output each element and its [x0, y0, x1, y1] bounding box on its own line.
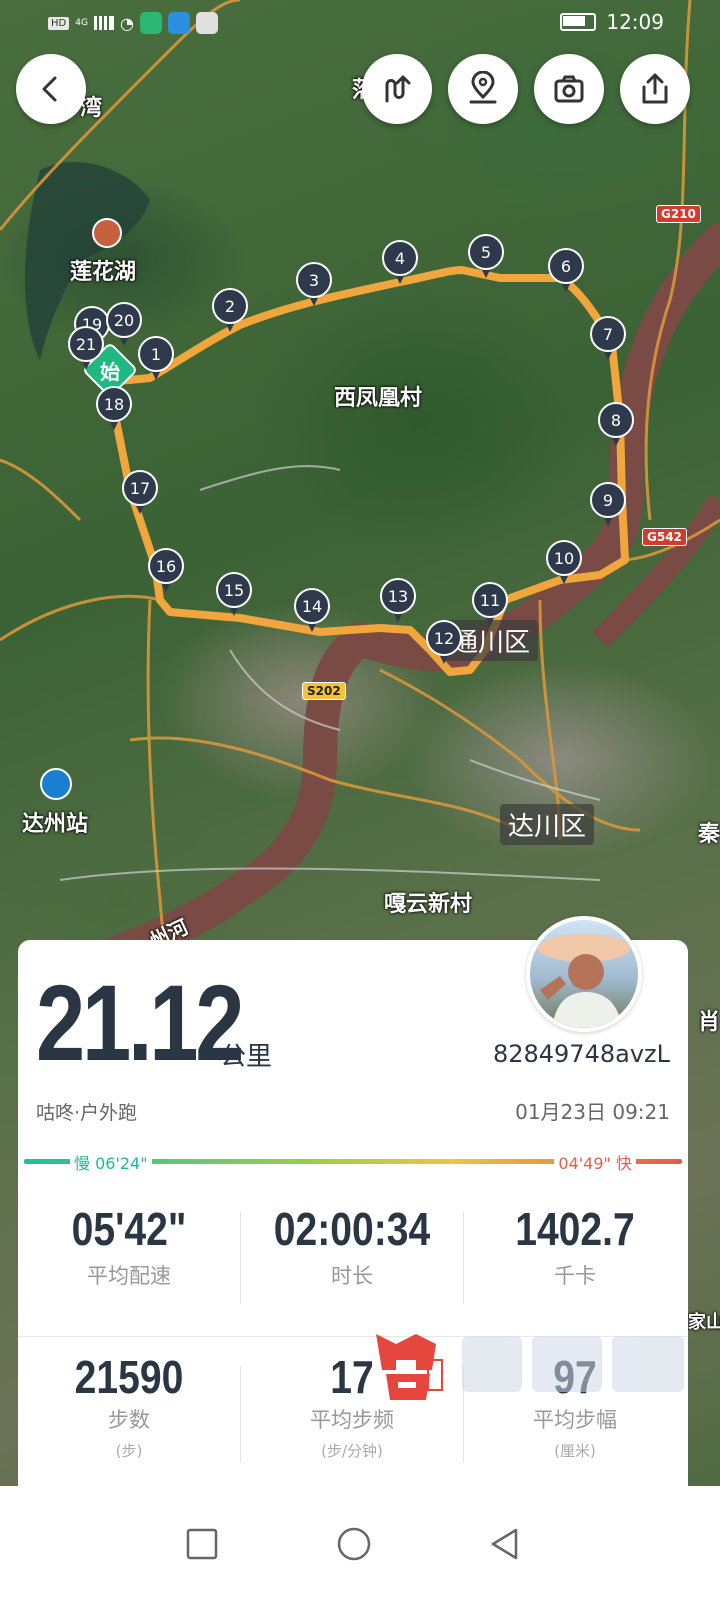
stat-calories: 1402.7 千卡: [464, 1202, 686, 1290]
map-pin-icon: [469, 71, 497, 104]
signal-icon: [93, 16, 114, 30]
status-bar: HD 4G ◔ 12:09: [0, 0, 720, 48]
avatar-photo: [538, 934, 630, 1028]
km-marker-12[interactable]: 12: [426, 620, 462, 666]
activity-datetime: 01月23日 09:21: [515, 1100, 670, 1124]
pace-gradient-bar: 慢 06'24" 04'49" 快: [24, 1150, 682, 1174]
stat-value: 21590: [74, 1351, 184, 1403]
km-marker-1[interactable]: 1: [138, 336, 174, 382]
route-button[interactable]: [362, 54, 432, 124]
km-marker-20[interactable]: 20: [106, 302, 142, 348]
km-marker-17[interactable]: 17: [122, 470, 158, 516]
km-marker-6[interactable]: 6: [548, 248, 584, 294]
map-label-dachuan: 达川区: [500, 804, 595, 845]
stat-avg-pace: 05'42" 平均配速: [18, 1202, 240, 1290]
lotus-lake-poi-icon[interactable]: [92, 218, 122, 248]
map-label-gayun: 嘎云新村: [384, 892, 473, 917]
chevron-left-icon: [42, 76, 57, 102]
camera-icon: [554, 75, 584, 103]
home-button[interactable]: [334, 1524, 374, 1564]
stat-unit: (厘米): [554, 1442, 596, 1460]
activity-source: 咕咚·户外跑: [36, 1102, 138, 1124]
train-station-icon[interactable]: [40, 768, 72, 800]
stat-steps: 21590 步数 (步): [18, 1350, 240, 1461]
battery-icon: [560, 13, 597, 31]
search-app-icon: [167, 12, 190, 34]
square-icon: [186, 1528, 218, 1560]
calendar-app-icon: [195, 12, 218, 34]
system-back-button[interactable]: [484, 1524, 524, 1564]
map-label-right-partial-1: 秦: [698, 822, 720, 847]
hd-badge: HD: [48, 16, 70, 30]
distance-value: 21.12: [36, 962, 245, 1083]
road-badge-s202: S202: [302, 682, 346, 700]
camera-button[interactable]: [534, 54, 604, 124]
wifi-icon: ◔: [119, 13, 134, 33]
stat-value: 1402.7: [515, 1203, 635, 1255]
km-marker-10[interactable]: 10: [546, 540, 582, 586]
network-label: 4G: [75, 18, 88, 28]
km-marker-13[interactable]: 13: [380, 578, 416, 624]
stat-label: 千卡: [554, 1264, 596, 1288]
share-button[interactable]: [620, 54, 690, 124]
stat-unit: (步): [115, 1442, 143, 1460]
km-marker-2[interactable]: 2: [212, 288, 248, 334]
distance-unit: 公里: [220, 1042, 273, 1072]
status-time: 12:09: [606, 10, 664, 34]
road-badge-g542: G542: [642, 528, 687, 546]
system-nav-bar: [0, 1486, 720, 1600]
km-marker-11[interactable]: 11: [472, 582, 508, 628]
user-id: 82849748avzL: [492, 1040, 670, 1068]
map-label-right-partial-2: 肖: [698, 1010, 720, 1035]
km-marker-8[interactable]: 8: [598, 402, 634, 448]
stat-label: 时长: [331, 1264, 373, 1288]
stat-unit: (步/分钟): [321, 1442, 383, 1460]
back-button[interactable]: [16, 54, 86, 124]
road-badge-g210: G210: [656, 205, 701, 223]
pace-slow-label: 慢 06'24": [70, 1150, 152, 1174]
stat-label: 平均配速: [87, 1264, 171, 1288]
map-label-lotus-lake: 莲花湖: [70, 260, 137, 285]
stat-value: 05'42": [71, 1203, 187, 1255]
user-avatar[interactable]: [526, 916, 642, 1032]
km-marker-5[interactable]: 5: [468, 234, 504, 280]
km-marker-4[interactable]: 4: [382, 240, 418, 286]
map-label-dazhou-station: 达州站: [22, 812, 89, 837]
running-route: [104, 266, 629, 676]
pace-fast-label: 04'49" 快: [554, 1150, 636, 1174]
app-notification-icon: [139, 12, 162, 34]
share-icon: [642, 73, 668, 104]
km-marker-15[interactable]: 15: [216, 572, 252, 618]
km-marker-18[interactable]: 18: [96, 386, 132, 432]
triangle-back-icon: [491, 1528, 518, 1560]
route-icon: [385, 75, 411, 103]
stat-label: 步数: [108, 1408, 150, 1432]
stat-value: 02:00:34: [273, 1203, 431, 1255]
km-marker-21[interactable]: 21: [68, 326, 104, 372]
km-marker-14[interactable]: 14: [294, 588, 330, 634]
km-marker-7[interactable]: 7: [590, 316, 626, 362]
km-marker-16[interactable]: 16: [148, 548, 184, 594]
location-button[interactable]: [448, 54, 518, 124]
recent-apps-button[interactable]: [182, 1524, 222, 1564]
map-label-west-phoenix: 西凤凰村: [334, 386, 423, 411]
circle-icon: [337, 1527, 371, 1561]
stat-duration: 02:00:34 时长: [241, 1202, 463, 1290]
km-marker-3[interactable]: 3: [296, 262, 332, 308]
watermark-logo: [376, 1334, 684, 1400]
km-marker-9[interactable]: 9: [590, 482, 626, 528]
